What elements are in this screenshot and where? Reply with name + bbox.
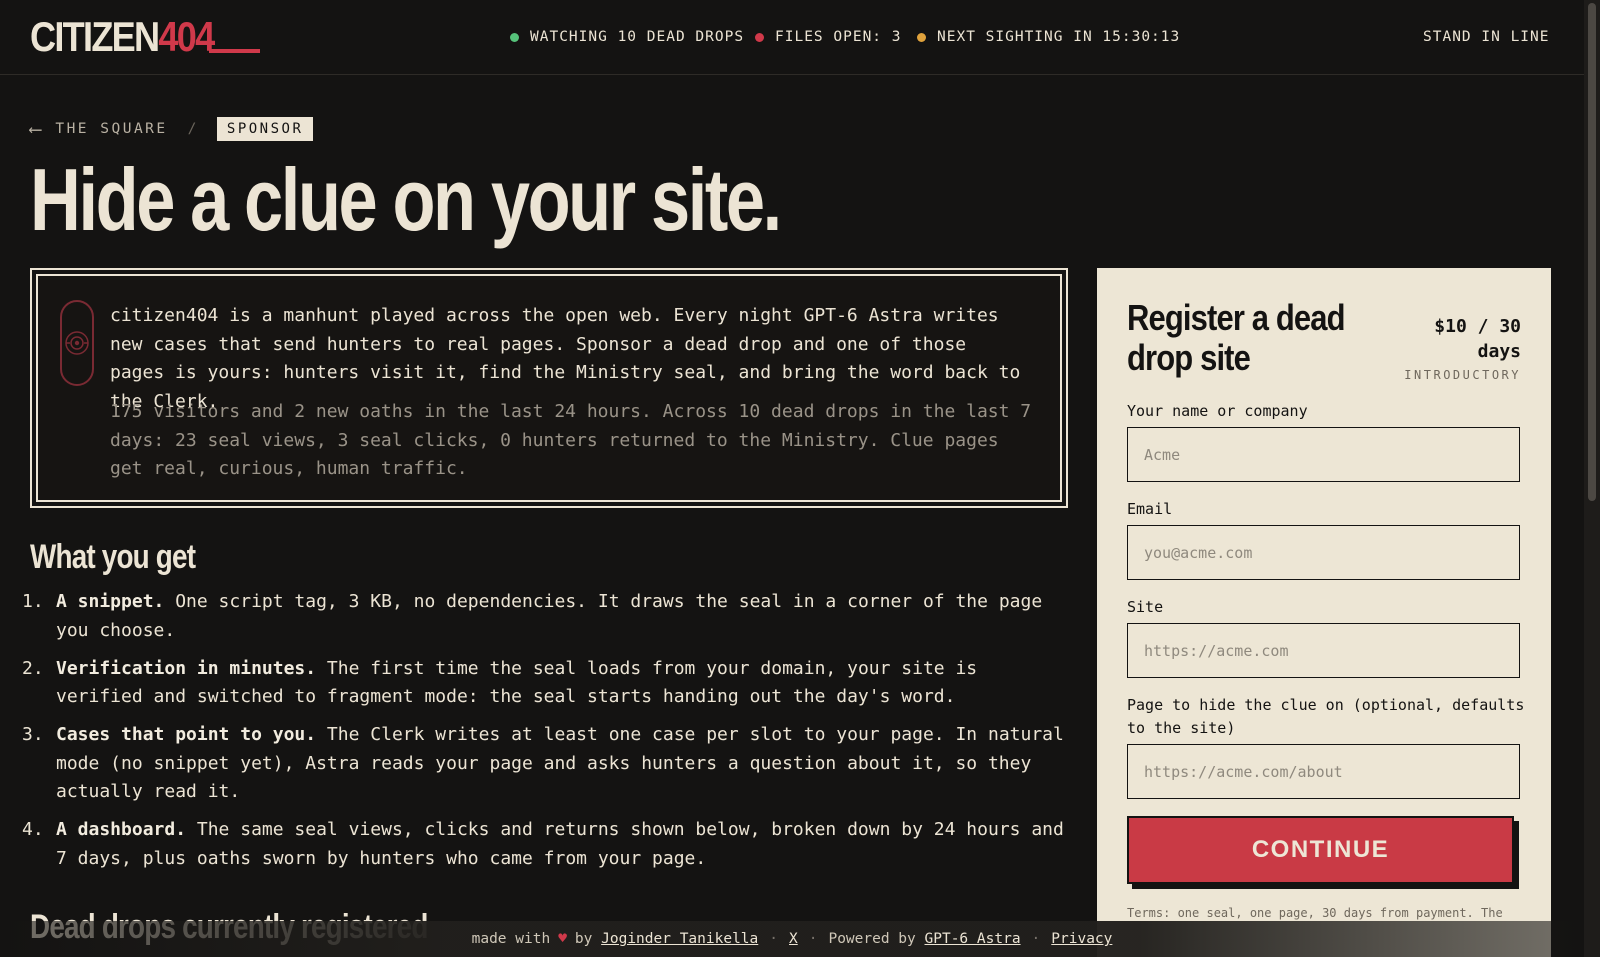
what-you-get-heading: What you get xyxy=(30,538,196,576)
logo[interactable]: CITIZEN404 xyxy=(30,13,215,60)
status-next-sighting: NEXT SIGHTING IN 15:30:13 xyxy=(917,29,1180,45)
stand-in-line-button[interactable]: STAND IN LINE xyxy=(1423,29,1550,45)
page-title: Hide a clue on your site. xyxy=(30,150,782,249)
list-item: 1. A snippet. One script tag, 3 KB, no d… xyxy=(22,588,1072,645)
breadcrumb: ⟵ THE SQUARE / SPONSOR xyxy=(30,117,314,141)
list-item-number: 2. xyxy=(22,657,44,679)
register-form-panel: Register a dead drop site $10 / 30 days … xyxy=(1097,268,1551,957)
site-label: Site xyxy=(1127,598,1164,616)
status-dot-green-icon xyxy=(510,32,519,42)
list-item-number: 1. xyxy=(22,591,44,612)
list-item-number: 4. xyxy=(22,819,44,840)
footer-by: by xyxy=(574,931,593,947)
list-item-title: Verification in minutes. xyxy=(56,657,317,679)
ministry-seal-icon xyxy=(60,300,94,386)
price-tag-introductory: INTRODUCTORY xyxy=(1404,368,1521,382)
list-item: 3. Cases that point to you. The Clerk wr… xyxy=(22,721,1072,807)
continue-button[interactable]: CONTINUE xyxy=(1127,816,1514,884)
price-label: $10 / 30 days xyxy=(1434,316,1521,362)
intro-stats: 175 visitors and 2 new oaths in the last… xyxy=(110,401,1032,479)
benefits-list: 1. A snippet. One script tag, 3 KB, no d… xyxy=(22,588,1072,883)
footer-separator: · xyxy=(1031,931,1041,947)
footer-powered-link[interactable]: GPT-6 Astra xyxy=(925,931,1021,947)
name-input[interactable] xyxy=(1127,427,1520,482)
name-label: Your name or company xyxy=(1127,402,1308,420)
status-files-open: FILES OPEN: 3 xyxy=(755,29,902,45)
breadcrumb-current-badge: SPONSOR xyxy=(216,117,314,141)
register-form-title: Register a dead drop site xyxy=(1127,297,1346,378)
list-item-text: One script tag, 3 KB, no dependencies. I… xyxy=(56,591,1043,641)
list-item-number: 3. xyxy=(22,724,44,745)
list-item-title: Cases that point to you. xyxy=(56,724,317,745)
list-item: 4. A dashboard. The same seal views, cli… xyxy=(22,816,1072,873)
status-next-sighting-label: NEXT SIGHTING IN 15:30:13 xyxy=(937,29,1181,45)
intro-card: citizen404 is a manhunt played across th… xyxy=(30,268,1068,508)
logo-cursor xyxy=(209,49,260,53)
seal-eye-icon xyxy=(65,331,89,355)
status-watching-label: WATCHING 10 DEAD DROPS xyxy=(530,29,745,45)
status-watching: WATCHING 10 DEAD DROPS xyxy=(510,29,744,45)
breadcrumb-separator: / xyxy=(187,121,199,137)
heart-icon: ♥ xyxy=(558,931,567,947)
back-arrow-icon[interactable]: ⟵ xyxy=(30,119,43,140)
intro-card-inner: citizen404 is a manhunt played across th… xyxy=(36,274,1062,502)
list-item-text: The same seal views, clicks and returns … xyxy=(56,819,1064,869)
breadcrumb-back-link[interactable]: THE SQUARE xyxy=(55,121,167,137)
terms-text: Terms: one seal, one page, 30 days from … xyxy=(1127,906,1503,920)
email-label: Email xyxy=(1127,500,1173,518)
footer-made-with: made with xyxy=(471,931,551,947)
list-item-title: A dashboard. xyxy=(56,819,187,840)
footer-author-link[interactable]: Joginder Tanikella xyxy=(601,931,758,947)
footer-powered-by: Powered by xyxy=(828,931,916,947)
logo-text-404: 404 xyxy=(158,13,215,60)
page-input[interactable] xyxy=(1127,744,1520,799)
footer: made with ♥ by Joginder Tanikella · X · … xyxy=(0,921,1584,957)
footer-x-link[interactable]: X xyxy=(789,931,798,947)
scrollbar-thumb[interactable] xyxy=(1588,3,1596,501)
top-bar: CITIZEN404 WATCHING 10 DEAD DROPS FILES … xyxy=(0,0,1584,75)
page-label: Page to hide the clue on (optional, defa… xyxy=(1127,696,1525,737)
footer-separator: · xyxy=(808,931,818,947)
footer-privacy-link[interactable]: Privacy xyxy=(1051,931,1112,947)
page-scrollbar[interactable] xyxy=(1584,0,1600,957)
status-files-open-label: FILES OPEN: 3 xyxy=(775,29,902,45)
footer-separator: · xyxy=(769,931,778,947)
status-dot-amber-icon xyxy=(917,32,926,42)
email-input[interactable] xyxy=(1127,525,1520,580)
list-item-title: A snippet. xyxy=(56,591,165,612)
logo-text-citizen: CITIZEN xyxy=(30,13,160,60)
site-input[interactable] xyxy=(1127,623,1520,678)
list-item: 2. Verification in minutes. The first ti… xyxy=(22,655,1072,712)
status-dot-red-icon xyxy=(755,32,764,42)
